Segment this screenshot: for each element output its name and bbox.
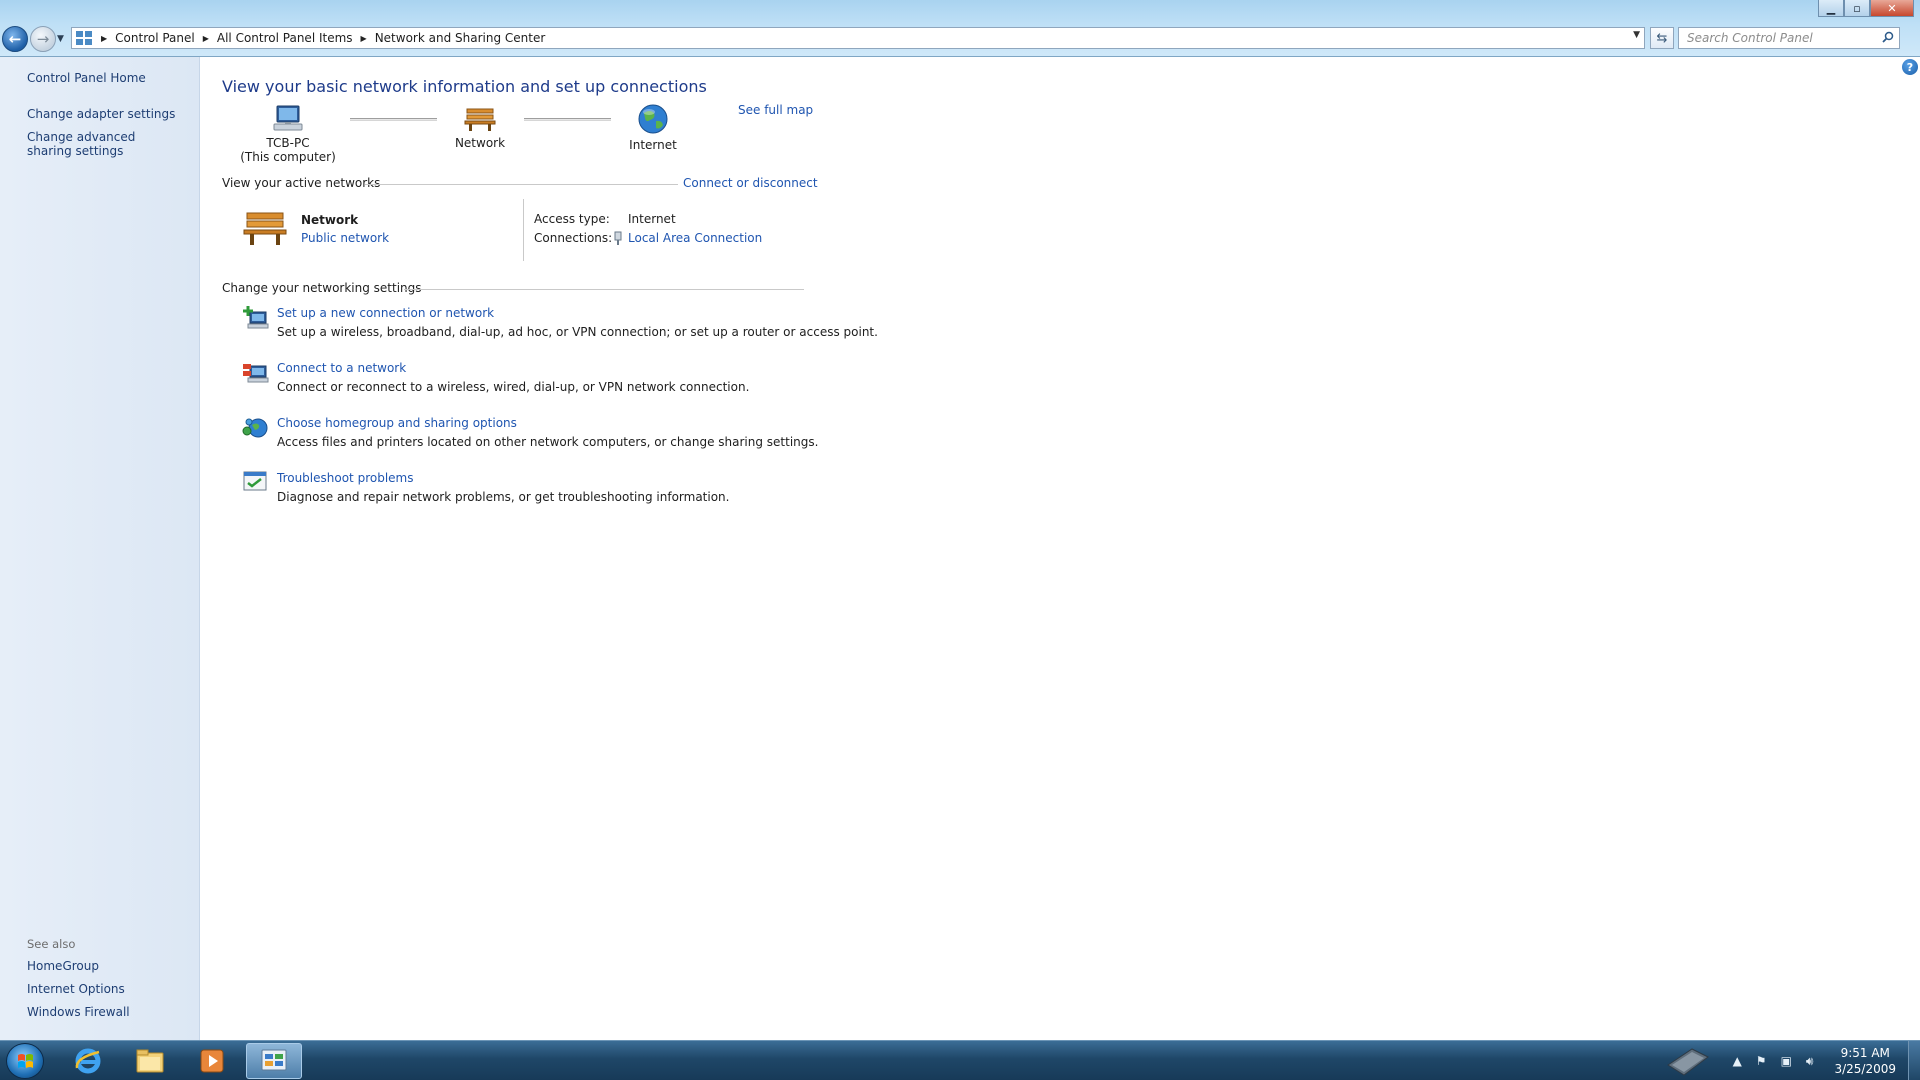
- access-type-value: Internet: [628, 212, 676, 226]
- left-task-pane: Control Panel Home Change adapter settin…: [0, 57, 200, 1040]
- network-label: Network: [454, 136, 506, 150]
- control-panel-home-link[interactable]: Control Panel Home: [27, 71, 146, 85]
- window-controls: ▁ ▫ ✕: [1818, 0, 1914, 18]
- homegroup-link[interactable]: HomeGroup: [27, 959, 99, 973]
- control-panel-icon: [261, 1049, 287, 1071]
- search-icon[interactable]: [1882, 31, 1894, 43]
- back-button[interactable]: ←: [2, 26, 28, 52]
- troubleshoot-link[interactable]: Troubleshoot problems: [277, 471, 413, 485]
- page-title: View your basic network information and …: [222, 77, 707, 96]
- setup-connection-desc: Set up a wireless, broadband, dial-up, a…: [277, 325, 878, 339]
- new-connection-icon: [243, 306, 269, 329]
- active-networks-heading: View your active networks: [222, 176, 381, 190]
- window-titlebar: ▁ ▫ ✕ ← → ▼ ▶ Control Panel ▶ All Contro…: [0, 0, 1920, 57]
- active-network-name: Network: [301, 213, 359, 227]
- maximize-button[interactable]: ▫: [1844, 0, 1870, 17]
- connect-network-icon: [243, 364, 269, 383]
- map-connector-line: [524, 118, 611, 121]
- recent-pages-button[interactable]: ▼: [57, 34, 64, 44]
- control-panel-icon: [75, 30, 93, 46]
- change-advanced-sharing-link[interactable]: Change advanced sharing settings: [27, 130, 177, 158]
- homegroup-icon: [242, 418, 268, 438]
- connect-or-disconnect-link[interactable]: Connect or disconnect: [683, 176, 818, 190]
- refresh-icon: ⇆: [1656, 30, 1668, 46]
- breadcrumb-arrow-icon[interactable]: ▶: [101, 34, 107, 43]
- map-network[interactable]: Network: [435, 103, 525, 150]
- ethernet-icon: [614, 231, 622, 245]
- bench-icon: [464, 108, 496, 131]
- arrow-right-icon: →: [36, 30, 50, 48]
- computer-subtitle: (This computer): [240, 150, 336, 164]
- taskbar: ▲ ⚑ ▣ 🔊︎ 9:51 AM 3/25/2009: [0, 1040, 1920, 1080]
- globe-icon: [638, 104, 668, 134]
- show-desktop-button[interactable]: [1908, 1041, 1920, 1080]
- computer-name: TCB-PC: [266, 136, 310, 150]
- setup-connection-link[interactable]: Set up a new connection or network: [277, 306, 494, 320]
- taskbar-windows-explorer[interactable]: [122, 1043, 178, 1079]
- start-button[interactable]: [6, 1043, 44, 1079]
- minimize-button[interactable]: ▁: [1818, 0, 1844, 17]
- main-content: ? View your basic network information an…: [200, 57, 1920, 1040]
- folder-icon: [136, 1049, 164, 1073]
- computer-icon: [273, 105, 303, 131]
- network-tray-icon[interactable]: ▣: [1781, 1054, 1792, 1068]
- volume-icon[interactable]: 🔊︎: [1806, 1054, 1814, 1069]
- show-hidden-icons-button[interactable]: ▲: [1733, 1054, 1742, 1068]
- clock[interactable]: 9:51 AM 3/25/2009: [1834, 1045, 1896, 1077]
- windows-firewall-link[interactable]: Windows Firewall: [27, 1005, 130, 1019]
- clock-date: 3/25/2009: [1834, 1062, 1896, 1076]
- homegroup-sharing-desc: Access files and printers located on oth…: [277, 435, 819, 449]
- map-connector-line: [350, 118, 437, 121]
- map-internet[interactable]: Internet: [608, 103, 698, 152]
- chevron-down-icon: ▼: [57, 34, 64, 44]
- bench-icon: [243, 212, 287, 245]
- networking-settings-heading: Change your networking settings: [222, 281, 422, 295]
- breadcrumb-control-panel[interactable]: Control Panel: [115, 31, 195, 45]
- internet-explorer-icon: [75, 1048, 101, 1074]
- breadcrumb-arrow-icon[interactable]: ▶: [203, 34, 209, 43]
- see-also-heading: See also: [27, 937, 76, 951]
- taskbar-internet-explorer[interactable]: [60, 1043, 116, 1079]
- taskbar-media-player[interactable]: [184, 1043, 240, 1079]
- search-placeholder: Search Control Panel: [1687, 31, 1813, 45]
- search-input[interactable]: Search Control Panel: [1678, 27, 1900, 49]
- windows-logo-icon: [18, 1054, 33, 1068]
- arrow-left-icon: ←: [8, 30, 22, 48]
- section-divider: [404, 289, 804, 290]
- breadcrumb-arrow-icon[interactable]: ▶: [361, 34, 367, 43]
- homegroup-sharing-link[interactable]: Choose homegroup and sharing options: [277, 416, 517, 430]
- local-area-connection-link[interactable]: Local Area Connection: [628, 231, 762, 245]
- system-tray: ▲ ⚑ ▣ 🔊︎ 9:51 AM 3/25/2009: [1662, 1041, 1920, 1080]
- action-center-flag-icon[interactable]: ⚑: [1756, 1054, 1767, 1068]
- see-full-map-link[interactable]: See full map: [738, 103, 813, 117]
- vertical-divider: [523, 199, 524, 261]
- help-icon[interactable]: ?: [1902, 59, 1918, 75]
- taskbar-control-panel[interactable]: [246, 1043, 302, 1079]
- connect-to-network-desc: Connect or reconnect to a wireless, wire…: [277, 380, 750, 394]
- connections-label: Connections:: [534, 231, 613, 245]
- address-bar[interactable]: ▶ Control Panel ▶ All Control Panel Item…: [71, 27, 1645, 49]
- change-adapter-settings-link[interactable]: Change adapter settings: [27, 107, 175, 121]
- media-player-icon: [200, 1049, 224, 1073]
- address-dropdown-icon[interactable]: ▼: [1633, 30, 1640, 40]
- troubleshoot-desc: Diagnose and repair network problems, or…: [277, 490, 730, 504]
- internet-label: Internet: [629, 138, 677, 152]
- troubleshoot-icon: [243, 471, 267, 491]
- forward-button[interactable]: →: [30, 26, 56, 52]
- notebook-icon: [1666, 1048, 1709, 1076]
- internet-options-link[interactable]: Internet Options: [27, 982, 125, 996]
- map-computer: TCB-PC (This computer): [238, 103, 338, 164]
- access-type-label: Access type:: [534, 212, 610, 226]
- clock-time: 9:51 AM: [1840, 1046, 1890, 1060]
- refresh-button[interactable]: ⇆: [1650, 27, 1674, 49]
- breadcrumb-all-items[interactable]: All Control Panel Items: [217, 31, 353, 45]
- section-divider: [365, 184, 678, 185]
- close-button[interactable]: ✕: [1870, 0, 1914, 17]
- network-type-link[interactable]: Public network: [301, 231, 389, 245]
- connect-to-network-link[interactable]: Connect to a network: [277, 361, 406, 375]
- breadcrumb-network-sharing[interactable]: Network and Sharing Center: [375, 31, 546, 45]
